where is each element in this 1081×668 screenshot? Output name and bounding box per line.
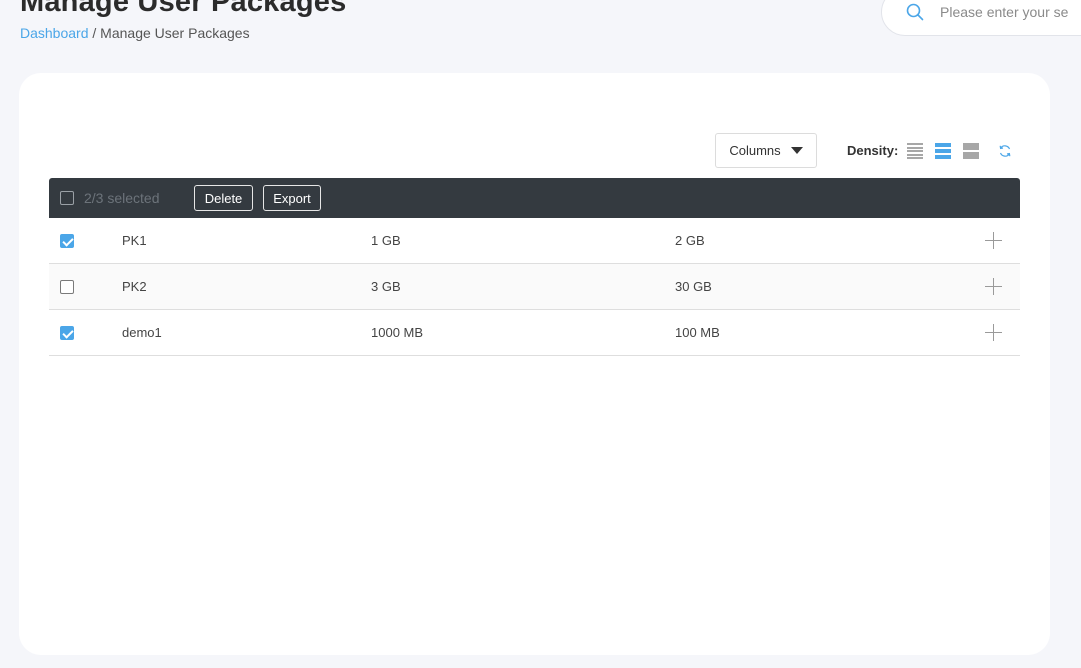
search-input[interactable]	[940, 4, 1081, 20]
table-row[interactable]: demo1 1000 MB 100 MB	[49, 310, 1020, 356]
expand-plus-icon[interactable]	[985, 232, 1002, 249]
table-toolbar: Columns Density:	[19, 133, 1050, 168]
search-icon	[906, 3, 924, 21]
selection-count: 2/3 selected	[84, 190, 160, 206]
package-value-1: 1000 MB	[371, 325, 424, 340]
breadcrumb-separator: /	[88, 25, 101, 41]
packages-table: 2/3 selected Delete Export PK1 1 GB 2 GB…	[49, 178, 1020, 356]
package-name: PK1	[122, 233, 147, 248]
density-label: Density:	[847, 143, 899, 158]
package-value-2: 100 MB	[675, 325, 720, 340]
delete-button[interactable]: Delete	[194, 185, 253, 211]
packages-card: Columns Density: 2/3 selected Delete Exp…	[19, 73, 1050, 655]
package-value-2: 2 GB	[675, 233, 705, 248]
columns-button[interactable]: Columns	[715, 133, 817, 168]
breadcrumb-current: Manage User Packages	[100, 25, 250, 41]
refresh-icon[interactable]	[998, 144, 1012, 158]
row-checkbox[interactable]	[60, 233, 74, 248]
search-box[interactable]	[881, 0, 1081, 36]
package-value-1: 1 GB	[371, 233, 401, 248]
row-checkbox[interactable]	[60, 325, 74, 340]
table-header: 2/3 selected Delete Export	[49, 178, 1020, 218]
expand-plus-icon[interactable]	[985, 324, 1002, 341]
density-standard-icon[interactable]	[935, 143, 951, 159]
table-row[interactable]: PK2 3 GB 30 GB	[49, 264, 1020, 310]
select-all-checkbox[interactable]	[60, 191, 74, 205]
density-compact-icon[interactable]	[907, 143, 923, 159]
row-checkbox[interactable]	[60, 279, 74, 294]
package-name: PK2	[122, 279, 147, 294]
page-title: Manage User Packages	[20, 0, 347, 18]
caret-down-icon	[790, 147, 803, 154]
package-name: demo1	[122, 325, 162, 340]
columns-button-label: Columns	[729, 143, 781, 158]
expand-plus-icon[interactable]	[985, 278, 1002, 295]
package-value-1: 3 GB	[371, 279, 401, 294]
export-button[interactable]: Export	[263, 185, 321, 211]
density-comfortable-icon[interactable]	[963, 143, 979, 159]
breadcrumb: Dashboard / Manage User Packages	[20, 25, 250, 41]
breadcrumb-dashboard-link[interactable]: Dashboard	[20, 25, 89, 41]
package-value-2: 30 GB	[675, 279, 712, 294]
table-row[interactable]: PK1 1 GB 2 GB	[49, 218, 1020, 264]
